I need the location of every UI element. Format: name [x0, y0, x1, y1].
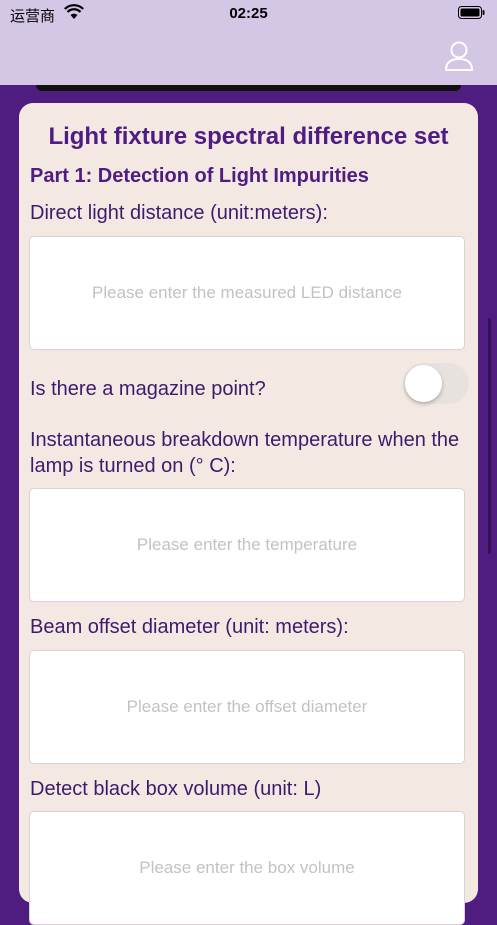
- breakdown-temperature-label: Instantaneous breakdown temperature when…: [30, 429, 460, 477]
- top-bar: 运营商 02:25: [0, 0, 497, 85]
- magazine-point-toggle[interactable]: [403, 363, 469, 404]
- led-distance-input[interactable]: [29, 236, 465, 350]
- temperature-input[interactable]: [29, 488, 465, 602]
- offset-diameter-input[interactable]: [29, 650, 465, 764]
- section-title: Part 1: Detection of Light Impurities: [30, 165, 369, 187]
- previous-card-edge: [36, 85, 461, 91]
- battery-icon: [458, 6, 485, 19]
- box-volume-label: Detect black box volume (unit: L): [30, 778, 322, 800]
- user-profile-icon[interactable]: [444, 40, 474, 72]
- toggle-knob: [405, 365, 442, 402]
- box-volume-input[interactable]: [29, 811, 465, 925]
- clock: 02:25: [229, 5, 268, 22]
- form-card: Light fixture spectral difference set Pa…: [19, 103, 478, 925]
- led-distance-label: Direct light distance (unit:meters):: [30, 202, 328, 224]
- offset-diameter-label: Beam offset diameter (unit: meters):: [30, 616, 349, 638]
- scrollbar[interactable]: [488, 318, 491, 554]
- form-title: Light fixture spectral difference set: [48, 123, 449, 150]
